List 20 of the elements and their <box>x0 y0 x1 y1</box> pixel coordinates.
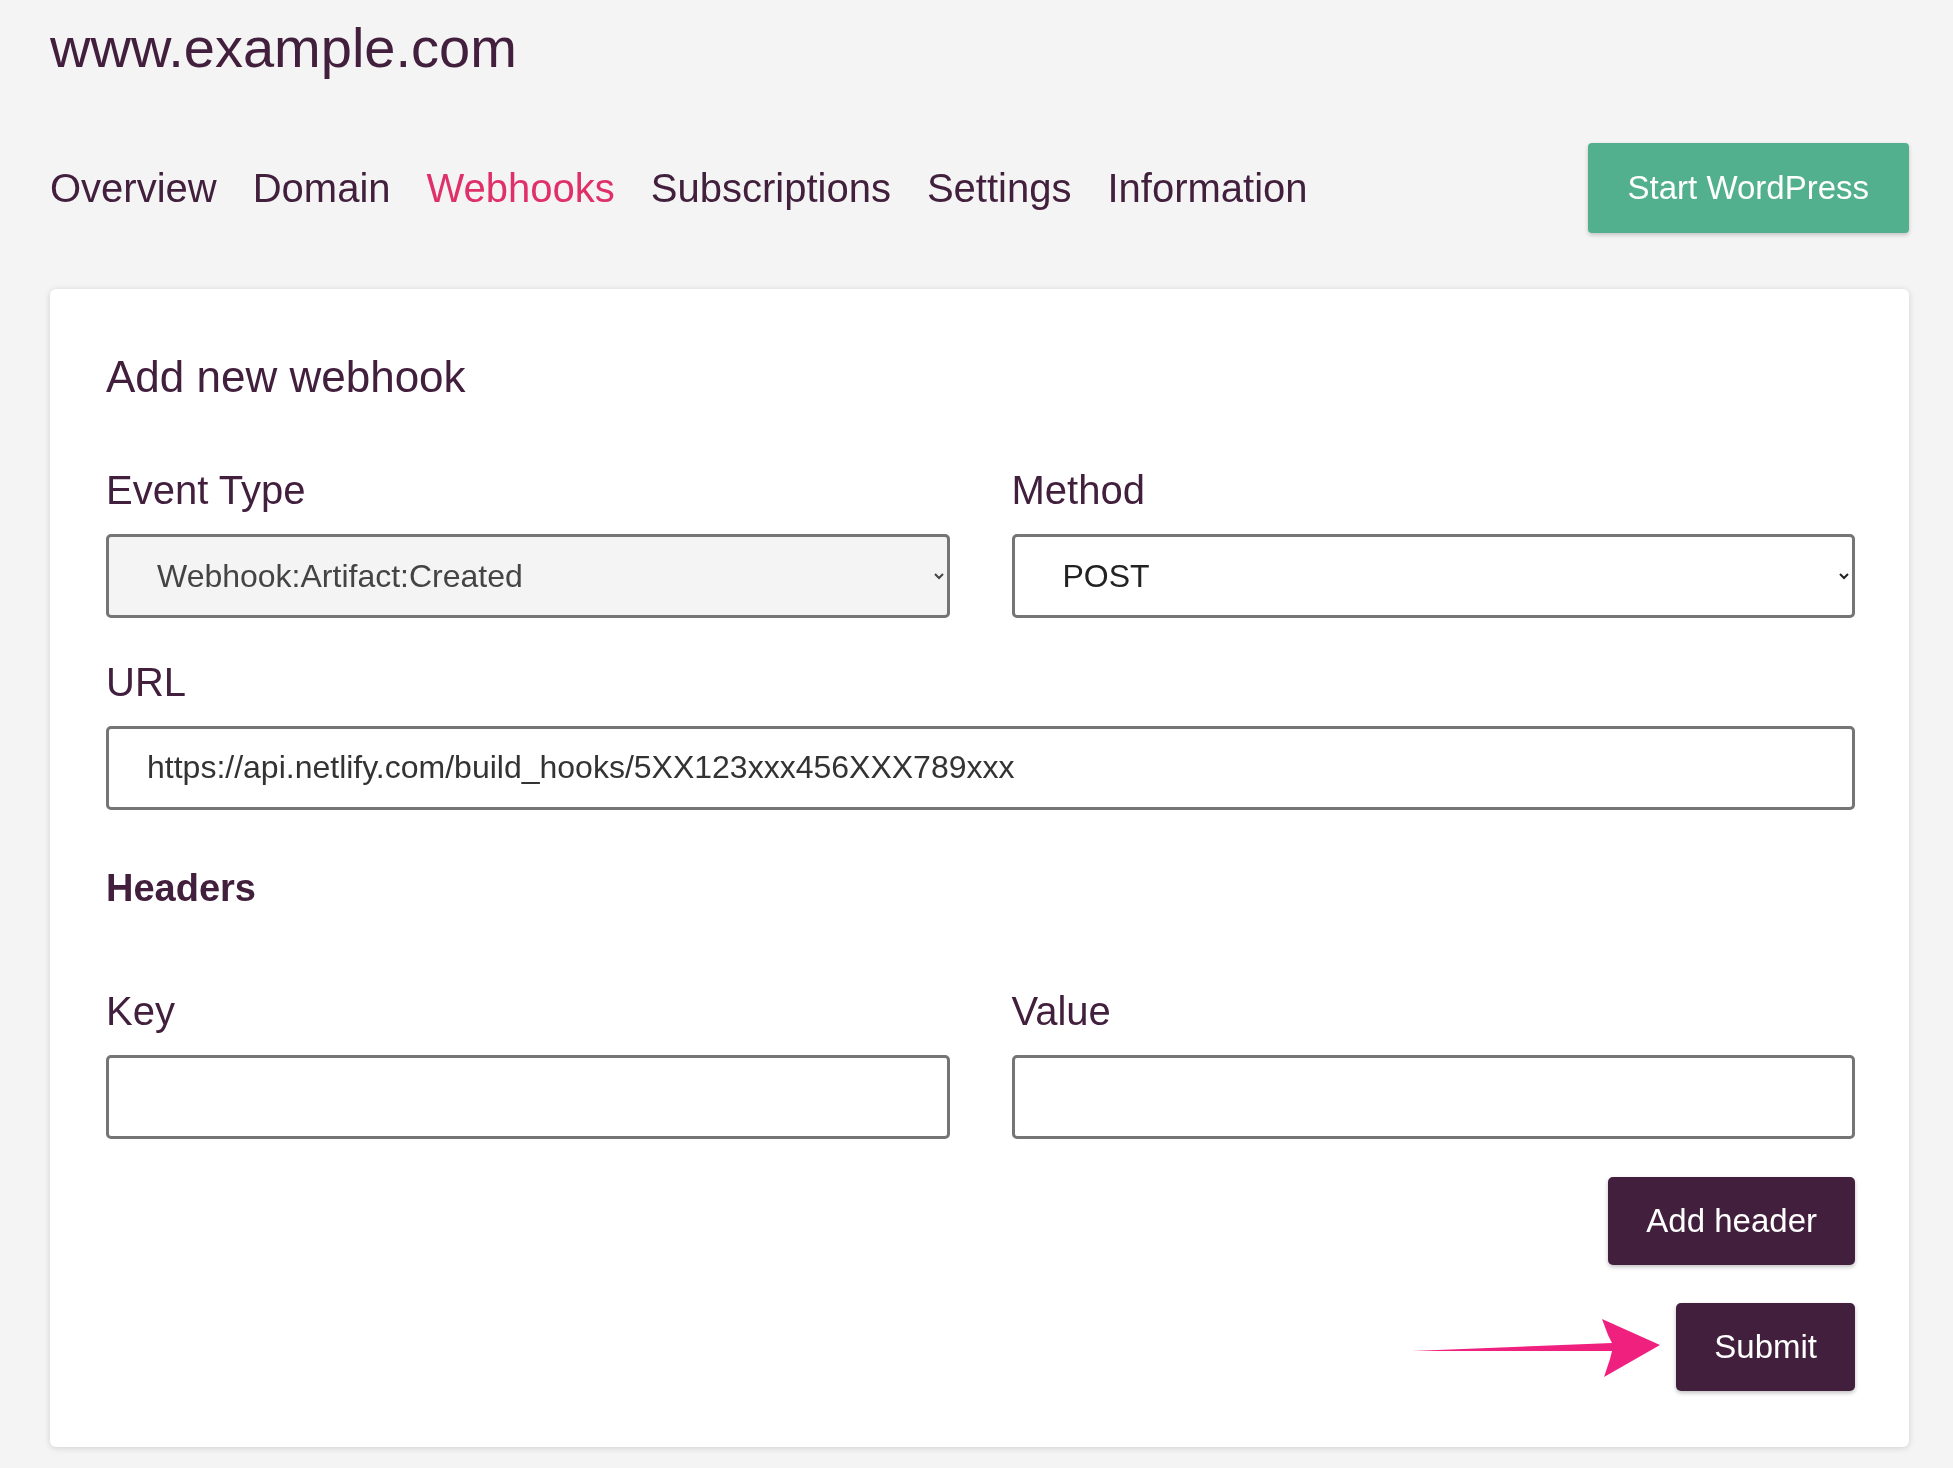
form-title: Add new webhook <box>106 351 467 404</box>
field-label: Method <box>1011 467 1146 514</box>
field-label: URL <box>106 659 188 706</box>
nav-tab[interactable]: Domain <box>252 164 391 213</box>
site-title: www.example.com <box>50 15 518 81</box>
add-header-button[interactable]: Add header <box>1608 1177 1855 1265</box>
nav-tab[interactable]: Settings <box>926 164 1072 213</box>
field-label: Key <box>106 988 176 1035</box>
input-field[interactable] <box>106 1055 950 1139</box>
section-heading: Headers <box>106 866 257 911</box>
input-field[interactable] <box>1011 1055 1855 1139</box>
nav-tab[interactable]: Webhooks <box>426 164 615 213</box>
nav-tab[interactable]: Subscriptions <box>650 164 891 213</box>
url-field[interactable]: https://api.netlify.com/build_hooks/5XX123xxx456XXX789xxx <box>106 726 1855 810</box>
field-label: Event Type <box>106 467 307 514</box>
nav-tab[interactable]: Information <box>1107 164 1308 213</box>
submit-button[interactable]: Submit <box>1676 1303 1855 1391</box>
nav-tab[interactable]: Overview <box>50 164 217 213</box>
dropdown[interactable]: POST <box>1011 534 1855 618</box>
field-label: Value <box>1011 988 1112 1035</box>
